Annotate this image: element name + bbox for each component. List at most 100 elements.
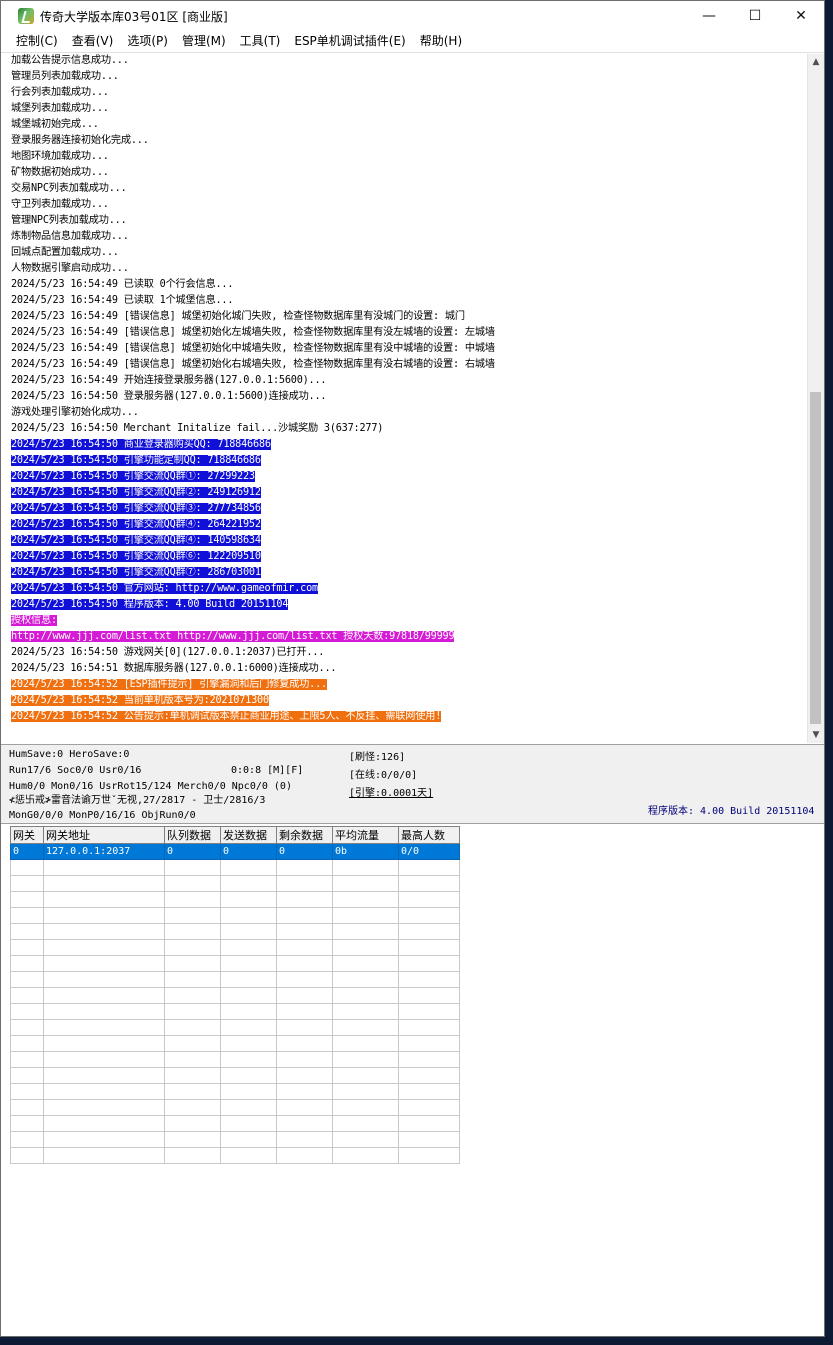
log-line: 管理NPC列表加载成功...	[11, 213, 127, 229]
table-cell	[164, 971, 221, 988]
table-row-empty[interactable]	[10, 1115, 460, 1132]
status-monsters: MonG0/0/0 MonP0/16/16 ObjRun0/0	[9, 810, 196, 821]
table-cell	[332, 1131, 399, 1148]
log-line: 2024/5/23 16:54:49 已读取 0个行会信息...	[11, 277, 234, 293]
log-line: 2024/5/23 16:54:52 当前单机版本号为:2021071300	[11, 693, 269, 709]
table-cell	[220, 971, 277, 988]
log-line: 2024/5/23 16:54:49 [错误信息] 城堡初始化右城墙失败, 检查…	[11, 357, 495, 373]
log-scrollbar[interactable]: ▲ ▼	[807, 54, 824, 743]
table-cell	[164, 955, 221, 972]
table-row-empty[interactable]	[10, 1019, 460, 1036]
table-row-empty[interactable]	[10, 955, 460, 972]
log-line: 2024/5/23 16:54:50 引擎功能定制QQ: 718846686	[11, 453, 261, 469]
log-line: 2024/5/23 16:54:52 公告提示:单机调试版本禁止商业用途、上限5…	[11, 709, 441, 725]
log-line: 2024/5/23 16:54:52 [ESP插件提示] 引擎漏洞和后门修复成功…	[11, 677, 327, 693]
log-line-text: 2024/5/23 16:54:50 游戏网关[0](127.0.0.1:203…	[11, 647, 325, 658]
log-line-text: 2024/5/23 16:54:49 [错误信息] 城堡初始化右城墙失败, 检查…	[11, 359, 495, 370]
table-cell	[276, 939, 333, 956]
table-cell	[332, 955, 399, 972]
table-cell	[398, 1083, 460, 1100]
scroll-thumb[interactable]	[810, 392, 821, 724]
menu-manage[interactable]: 管理(M)	[175, 31, 233, 52]
table-row-empty[interactable]	[10, 907, 460, 924]
table-cell	[10, 1051, 44, 1068]
table-row-empty[interactable]	[10, 1099, 460, 1116]
column-header[interactable]: 剩余数据	[276, 826, 333, 844]
log-line-text: 2024/5/23 16:54:50 Merchant Initalize fa…	[11, 423, 384, 434]
log-line-text: 2024/5/23 16:54:50 程序版本: 4.00 Build 2015…	[11, 599, 289, 610]
table-cell	[220, 891, 277, 908]
menu-bar: 控制(C) 查看(V) 选项(P) 管理(M) 工具(T) ESP单机调试插件(…	[1, 31, 824, 53]
log-line: 2024/5/23 16:54:49 [错误信息] 城堡初始化中城墙失败, 检查…	[11, 341, 495, 357]
table-row-empty[interactable]	[10, 1067, 460, 1084]
table-cell	[220, 1051, 277, 1068]
log-line-text: 2024/5/23 16:54:50 引擎交流QQ群④: 264221952	[11, 519, 261, 530]
engine-days-link[interactable]: [引擎:0.0001天]	[349, 787, 433, 801]
table-cell	[220, 1035, 277, 1052]
table-row-empty[interactable]	[10, 1035, 460, 1052]
title-bar[interactable]: 传奇大学版本库03号01区 [商业版] — ☐ ✕	[1, 1, 824, 31]
table-cell	[164, 1019, 221, 1036]
refresh-monster-count: [刷怪:126]	[349, 752, 406, 763]
table-cell	[10, 1019, 44, 1036]
table-cell	[164, 859, 221, 876]
table-cell	[43, 875, 165, 892]
column-header[interactable]: 最高人数	[398, 826, 460, 844]
table-cell	[220, 1131, 277, 1148]
log-line-text: 地图环境加载成功...	[11, 151, 109, 162]
log-line: 交易NPC列表加载成功...	[11, 181, 127, 197]
table-cell	[332, 891, 399, 908]
log-line: 守卫列表加载成功...	[11, 197, 109, 213]
column-header[interactable]: 发送数据	[220, 826, 277, 844]
table-row-empty[interactable]	[10, 1003, 460, 1020]
table-row-empty[interactable]	[10, 939, 460, 956]
log-line: 游戏处理引擎初始化成功...	[11, 405, 139, 421]
column-header[interactable]: 平均流量	[332, 826, 399, 844]
table-row-empty[interactable]	[10, 1083, 460, 1100]
menu-control[interactable]: 控制(C)	[1, 31, 65, 52]
menu-tools[interactable]: 工具(T)	[233, 31, 288, 52]
table-row-empty[interactable]	[10, 875, 460, 892]
log-line-text: 2024/5/23 16:54:50 登录服务器(127.0.0.1:5600)…	[11, 391, 327, 402]
table-row-empty[interactable]	[10, 987, 460, 1004]
table-cell	[332, 1051, 399, 1068]
table-cell	[332, 987, 399, 1004]
maximize-button[interactable]: ☐	[732, 1, 778, 31]
menu-esp-plugin[interactable]: ESP单机调试插件(E)	[287, 31, 412, 52]
table-cell	[398, 923, 460, 940]
table-row-empty[interactable]	[10, 1131, 460, 1148]
table-row-empty[interactable]	[10, 859, 460, 876]
table-cell	[332, 875, 399, 892]
table-row[interactable]: 0 127.0.0.1:2037 0 0 0 0b 0/0	[10, 843, 460, 860]
log-line: 城堡城初始完成...	[11, 117, 99, 133]
table-cell	[276, 971, 333, 988]
table-cell	[332, 1115, 399, 1132]
log-line-text: 2024/5/23 16:54:50 商业登录器购买QQ: 718846686	[11, 439, 271, 450]
log-line: http://www.jjj.com/list.txt http://www.j…	[11, 629, 455, 645]
table-cell	[220, 923, 277, 940]
scroll-down-icon[interactable]: ▼	[808, 727, 824, 743]
log-line: 2024/5/23 16:54:50 游戏网关[0](127.0.0.1:203…	[11, 645, 324, 661]
table-cell	[164, 1035, 221, 1052]
scroll-up-icon[interactable]: ▲	[808, 54, 824, 70]
menu-options[interactable]: 选项(P)	[120, 31, 175, 52]
table-cell	[10, 1147, 44, 1164]
close-button[interactable]: ✕	[778, 1, 824, 31]
table-row-empty[interactable]	[10, 1147, 460, 1164]
log-output[interactable]: 加载公告提示信息成功... 管理员列表加载成功... 行会列表加载成功... 城堡列表…	[10, 54, 807, 743]
menu-help[interactable]: 帮助(H)	[413, 31, 469, 52]
table-cell	[276, 1003, 333, 1020]
column-header[interactable]: 网关	[10, 826, 44, 844]
table-row-empty[interactable]	[10, 971, 460, 988]
table-cell	[164, 1099, 221, 1116]
table-cell	[276, 907, 333, 924]
column-header[interactable]: 网关地址	[43, 826, 165, 844]
minimize-button[interactable]: —	[686, 1, 732, 31]
column-header[interactable]: 队列数据	[164, 826, 221, 844]
menu-view[interactable]: 查看(V)	[65, 31, 121, 52]
log-line: 2024/5/23 16:54:50 Merchant Initalize fa…	[11, 421, 383, 437]
log-line-text: 2024/5/23 16:54:52 [ESP插件提示] 引擎漏洞和后门修复成功…	[11, 679, 327, 690]
table-row-empty[interactable]	[10, 923, 460, 940]
table-row-empty[interactable]	[10, 891, 460, 908]
table-row-empty[interactable]	[10, 1051, 460, 1068]
